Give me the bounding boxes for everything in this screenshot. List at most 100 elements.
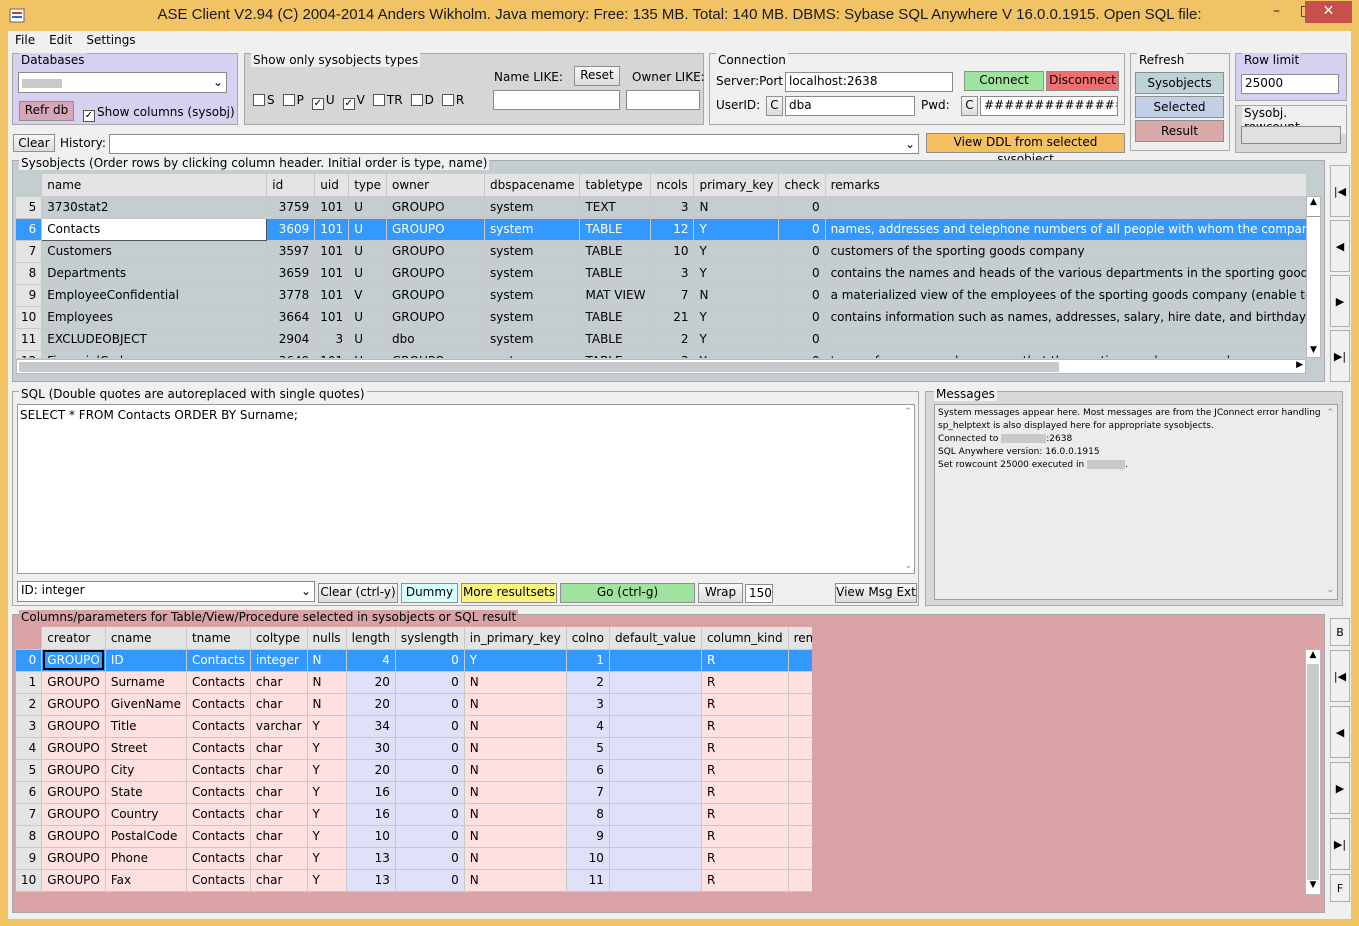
f-button[interactable]: F (1330, 874, 1350, 902)
b-button[interactable]: B (1330, 618, 1350, 646)
scroll-thumb[interactable] (1307, 664, 1319, 880)
last-col-row-button[interactable]: ▶| (1330, 818, 1350, 870)
column-header-length[interactable]: length (346, 627, 396, 650)
column-header-in_primary_key[interactable]: in_primary_key (464, 627, 567, 650)
column-header-dbspacename[interactable]: dbspacename (484, 174, 581, 197)
column-header-ncols[interactable]: ncols (650, 174, 695, 197)
server-port-input[interactable]: localhost:2638 (785, 72, 953, 92)
table-row[interactable]: 10 GROUPO Fax Contacts char Y 13 0 N 11 R (16, 869, 812, 892)
column-header-cname[interactable]: cname (105, 627, 187, 650)
type-checkbox-u[interactable]: ✓ U (311, 93, 335, 110)
refresh-result-button[interactable]: Result (1135, 120, 1224, 142)
last-row-button[interactable]: ▶| (1330, 330, 1350, 382)
column-header-uid[interactable]: uid (314, 174, 350, 197)
reset-button[interactable]: Reset (574, 66, 620, 86)
go-button[interactable]: Go (ctrl-g) (560, 583, 695, 603)
table-row[interactable]: 5 GROUPO City Contacts char Y 20 0 N 6 R (16, 759, 812, 782)
column-header-nulls[interactable]: nulls (307, 627, 347, 650)
type-checkbox-p[interactable]: P (282, 93, 304, 107)
prev-row-button[interactable]: ◀ (1330, 220, 1350, 272)
scroll-down-icon[interactable]: ⌄ (904, 561, 912, 571)
hscroll-thumb[interactable] (19, 362, 1059, 372)
table-row[interactable]: 10 Employees 3664 101 U GROUPO system TABLE 21 Y 0… (16, 306, 1306, 329)
name-like-input[interactable] (493, 90, 620, 110)
more-resultsets-button[interactable]: More resultsets (461, 583, 557, 603)
row-limit-input[interactable]: 25000 (1241, 74, 1339, 94)
table-row[interactable]: 12FinancialCodes3649101UGROUPOsystemTABL… (16, 350, 1306, 358)
userid-input[interactable]: dba (785, 96, 915, 116)
column-header-syslength[interactable]: syslength (395, 627, 465, 650)
table-row[interactable]: 8 GROUPO PostalCode Contacts char Y 10 0 N 9 R (16, 825, 812, 848)
column-header-column_kind[interactable]: column_kind (701, 627, 789, 650)
clear-history-button[interactable]: Clear (13, 134, 55, 152)
table-row[interactable]: 5 3730stat2 3759 101 U GROUPO system TEXT 3 N 0 (16, 196, 1306, 219)
sysobjects-vscrollbar[interactable]: ▲ ▼ (1306, 196, 1321, 358)
corner-cell[interactable] (16, 627, 43, 650)
view-msg-ext-button[interactable]: View Msg Ext (835, 583, 917, 603)
scroll-up-icon[interactable]: ⌃ (904, 407, 912, 417)
column-header-check[interactable]: check (778, 174, 826, 197)
column-header-type[interactable]: type (348, 174, 387, 197)
scroll-down-icon[interactable]: ▼ (1306, 880, 1320, 894)
column-header-tabletype[interactable]: tabletype (579, 174, 652, 197)
scroll-down-icon[interactable]: ⌄ (1326, 584, 1334, 597)
id-type-select[interactable]: ID: integer ⌄ (17, 581, 315, 602)
java-app-icon[interactable] (8, 6, 26, 24)
table-row[interactable]: 7 Customers 3597 101 U GROUPO system TABLE 10 Y 0 c… (16, 240, 1306, 263)
table-row[interactable]: 9 GROUPO Phone Contacts char Y 13 0 N 10 R (16, 847, 812, 870)
corner-cell[interactable] (16, 174, 43, 197)
table-row[interactable]: 6 GROUPO State Contacts char Y 16 0 N 7 R (16, 781, 812, 804)
scroll-right-icon[interactable]: ▶ (1296, 360, 1303, 370)
next-col-row-button[interactable]: ▶ (1330, 762, 1350, 814)
column-header-default_value[interactable]: default_value (609, 627, 702, 650)
column-header-creator[interactable]: creator (41, 627, 106, 650)
prev-col-row-button[interactable]: ◀ (1330, 706, 1350, 758)
refresh-db-button[interactable]: Refr db (19, 101, 74, 121)
columns-vscrollbar[interactable]: ▲ ▼ (1305, 649, 1321, 895)
table-row[interactable]: 3 GROUPO Title Contacts varchar Y 34 0 N 4 R (16, 715, 812, 738)
view-ddl-button[interactable]: View DDL from selected sysobject (926, 133, 1125, 166)
column-header-remarks[interactable]: remarks (788, 627, 812, 650)
table-row[interactable]: 7 GROUPO Country Contacts char Y 16 0 N 8 R (16, 803, 812, 826)
wrap-button[interactable]: Wrap (698, 583, 743, 603)
userid-c-button[interactable]: C (766, 96, 783, 116)
first-row-button[interactable]: |◀ (1330, 165, 1350, 217)
show-columns-checkbox[interactable]: ✓ Show columns (sysobj) (83, 105, 235, 122)
scroll-up-icon[interactable]: ▲ (1306, 650, 1320, 664)
type-checkbox-r[interactable]: R (441, 93, 464, 107)
table-row[interactable]: 0 GROUPO ID Contacts integer N 4 0 Y 1 R (16, 649, 812, 672)
password-input[interactable]: ################ (980, 96, 1118, 116)
column-header-remarks[interactable]: remarks (825, 174, 1306, 197)
column-header-id[interactable]: id (266, 174, 316, 197)
type-checkbox-tr[interactable]: TR (372, 93, 403, 107)
table-row[interactable]: 6 Contacts 3609 101 U GROUPO system TABLE 12 Y 0 na… (16, 217, 1306, 241)
table-row[interactable]: 8 Departments 3659 101 U GROUPO system TABLE 3 Y 0… (16, 262, 1306, 285)
connect-button[interactable]: Connect (964, 71, 1044, 91)
scroll-up-icon[interactable]: ⌃ (1326, 407, 1334, 420)
disconnect-button[interactable]: Disconnect (1046, 71, 1119, 91)
table-row[interactable]: 11 EXCLUDEOBJECT 2904 3 Udbo system TABLE 2 Y 0 (16, 328, 1306, 351)
history-select[interactable]: ⌄ (109, 134, 919, 154)
column-header-tname[interactable]: tname (186, 627, 251, 650)
dummy-button[interactable]: Dummy (401, 583, 458, 603)
database-select[interactable]: ⌄ (18, 72, 227, 93)
table-row[interactable]: 2 GROUPO GivenName Contacts char N 20 0 N 3 R (16, 693, 812, 716)
pwd-c-button[interactable]: C (961, 96, 978, 116)
column-header-coltype[interactable]: coltype (250, 627, 308, 650)
table-row[interactable]: 9 EmployeeConfidential 3778 101 V GROUPO syste… (16, 284, 1306, 307)
wrap-width-input[interactable]: 150 (745, 584, 773, 603)
sql-editor[interactable]: SELECT * FROM Contacts ORDER BY Surname;… (17, 404, 915, 574)
type-checkbox-s[interactable]: S (253, 93, 275, 107)
refresh-sysobjects-button[interactable]: Sysobjects (1135, 72, 1224, 94)
table-row[interactable]: 4 GROUPO Street Contacts char Y 30 0 N 5 R (16, 737, 812, 760)
column-header-owner[interactable]: owner (386, 174, 485, 197)
minimize-button[interactable]: – (1262, 1, 1291, 23)
column-header-colno[interactable]: colno (566, 627, 610, 650)
column-header-name[interactable]: name (41, 174, 268, 197)
type-checkbox-d[interactable]: D (410, 93, 434, 107)
refresh-selected-button[interactable]: Selected Sysbj (1135, 96, 1224, 134)
column-header-primary_key[interactable]: primary_key (693, 174, 780, 197)
owner-like-input[interactable] (626, 90, 700, 110)
scroll-down-icon[interactable]: ▼ (1307, 345, 1320, 357)
table-row[interactable]: 1 GROUPO Surname Contacts char N 20 0 N 2 R (16, 671, 812, 694)
